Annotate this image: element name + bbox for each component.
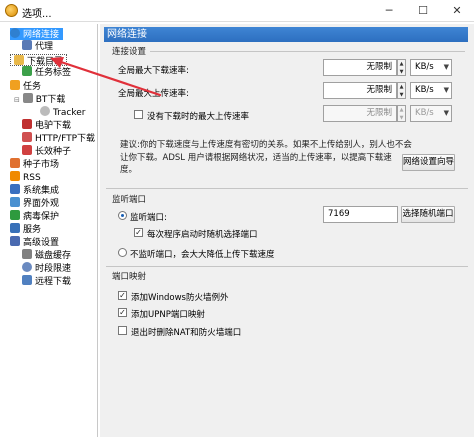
- monitor-icon: [22, 40, 32, 50]
- chevron-down-icon: ▼: [443, 63, 449, 71]
- upnp-label: 添加UPNP端口映射: [131, 310, 205, 320]
- panel-header: 网络连接: [104, 27, 468, 42]
- close-button[interactable]: ✕: [440, 0, 474, 22]
- sidebar-item-virus[interactable]: 病毒保护: [10, 210, 59, 222]
- remote-icon: [22, 275, 32, 285]
- globe-icon: [10, 28, 20, 38]
- shield-icon: [10, 210, 20, 220]
- task-icon: [10, 80, 20, 90]
- max-download-input[interactable]: 无限制: [323, 59, 397, 76]
- title-bar: 选项... ─ ☐ ✕: [0, 0, 474, 22]
- divider: [106, 266, 468, 267]
- http-icon: [22, 132, 32, 142]
- divider: [106, 188, 468, 189]
- sidebar-item-integration[interactable]: 系统集成: [10, 184, 59, 196]
- sidebar-item-seed-market[interactable]: 种子市场: [10, 158, 59, 170]
- random-port-button[interactable]: 选择随机端口: [401, 206, 455, 223]
- disk-icon: [22, 249, 32, 259]
- folder-icon: [14, 55, 24, 65]
- random-on-start-checkbox[interactable]: ✓: [134, 228, 143, 237]
- sidebar-item-rss[interactable]: RSS: [10, 171, 41, 183]
- idle-upload-label: 没有下载时的最大上传速率: [147, 112, 250, 122]
- sidebar-item-appearance[interactable]: 界面外观: [10, 197, 59, 209]
- no-listen-radio[interactable]: [118, 248, 127, 257]
- max-download-unit-select[interactable]: KB/s ▼: [410, 59, 452, 76]
- remove-on-exit-label: 退出时删除NAT和防火墙端口: [131, 328, 242, 338]
- info-text-line1: 建议:你的下载速度与上传速度有密切的关系。如果不上传给别人，别人也不会: [120, 140, 412, 150]
- info-text-line2: 让你下载。ADSL 用户请根据网络状况，适当的上传速率，以提高下载速度。: [120, 153, 392, 175]
- max-upload-input[interactable]: 无限制: [323, 82, 397, 99]
- emule-icon: [22, 119, 32, 129]
- sidebar-item-download-dir[interactable]: 下载目录: [10, 54, 68, 67]
- sidebar-item-speed-schedule[interactable]: 时段限速: [22, 262, 71, 274]
- market-icon: [10, 158, 20, 168]
- max-upload-spinner[interactable]: ▲ ▼: [397, 82, 406, 99]
- sidebar-item-bt[interactable]: ⊟ BT下载: [14, 93, 65, 105]
- bt-icon: [22, 93, 33, 103]
- idle-upload-checkbox[interactable]: [134, 110, 143, 119]
- max-download-label: 全局最大下载速率:: [118, 66, 189, 76]
- no-listen-label: 不监听端口，会大大降低上传下载速度: [130, 250, 275, 260]
- collapse-icon[interactable]: ⊟: [14, 96, 20, 104]
- port-mapping-section-title: 端口映射: [112, 272, 147, 282]
- idle-upload-spinner[interactable]: ▲ ▼: [397, 105, 406, 122]
- minimize-button[interactable]: ─: [372, 0, 406, 22]
- listen-port-label: 监听端口:: [130, 213, 167, 223]
- seed-icon: [22, 145, 32, 155]
- sidebar-item-network[interactable]: 网络连接: [10, 28, 64, 40]
- sidebar-item-long-seed[interactable]: 长效种子: [22, 145, 71, 157]
- idle-upload-unit-select[interactable]: KB/s ▼: [410, 105, 452, 122]
- upnp-checkbox[interactable]: ✓: [118, 308, 127, 317]
- chevron-down-icon: ▼: [443, 109, 449, 117]
- rss-icon: [10, 171, 20, 181]
- sidebar-item-tracker[interactable]: Tracker: [40, 106, 85, 118]
- connection-section-title: 连接设置: [112, 47, 147, 57]
- sidebar-item-emule[interactable]: 电驴下载: [22, 119, 71, 131]
- firewall-label: 添加Windows防火墙例外: [131, 293, 229, 303]
- sidebar-item-task-tags[interactable]: 任务标签: [22, 66, 71, 78]
- integration-icon: [10, 184, 20, 194]
- max-upload-label: 全局最大上传速率:: [118, 89, 189, 99]
- appearance-icon: [10, 197, 20, 207]
- window-title: 选项...: [22, 9, 52, 20]
- idle-upload-input[interactable]: 无限制: [323, 105, 397, 122]
- max-download-spinner[interactable]: ▲ ▼: [397, 59, 406, 76]
- app-icon: [5, 4, 18, 17]
- max-upload-unit-select[interactable]: KB/s ▼: [410, 82, 452, 99]
- maximize-button[interactable]: ☐: [406, 0, 440, 22]
- service-icon: [10, 223, 20, 233]
- clock-icon: [22, 262, 32, 272]
- firewall-checkbox[interactable]: ✓: [118, 291, 127, 300]
- sidebar-item-tasks[interactable]: 任务: [10, 80, 41, 92]
- chevron-down-icon: ▼: [443, 86, 449, 94]
- remove-on-exit-checkbox[interactable]: [118, 326, 127, 335]
- sidebar-item-disk-cache[interactable]: 磁盘缓存: [22, 249, 71, 261]
- tag-icon: [22, 66, 32, 76]
- port-input[interactable]: 7169: [323, 206, 398, 223]
- listen-section-title: 监听端口: [112, 195, 147, 205]
- sidebar-tree[interactable]: 网络连接 代理 下载目录 任务标签 任务 ⊟ BT下载 Tracker 电驴下载…: [2, 24, 98, 437]
- divider: [150, 51, 465, 52]
- listen-port-radio[interactable]: [118, 211, 127, 220]
- sidebar-item-service[interactable]: 服务: [10, 223, 41, 235]
- network-wizard-button[interactable]: 网络设置向导: [402, 154, 455, 171]
- sidebar-item-advanced[interactable]: 高级设置: [10, 236, 59, 248]
- advanced-icon: [10, 236, 20, 246]
- sidebar-item-proxy[interactable]: 代理: [22, 40, 53, 52]
- tracker-icon: [40, 106, 50, 116]
- random-on-start-label: 每次程序启动时随机选择端口: [147, 230, 258, 240]
- sidebar-item-http-ftp[interactable]: HTTP/FTP下载: [22, 132, 95, 144]
- sidebar-item-remote[interactable]: 远程下载: [22, 275, 71, 287]
